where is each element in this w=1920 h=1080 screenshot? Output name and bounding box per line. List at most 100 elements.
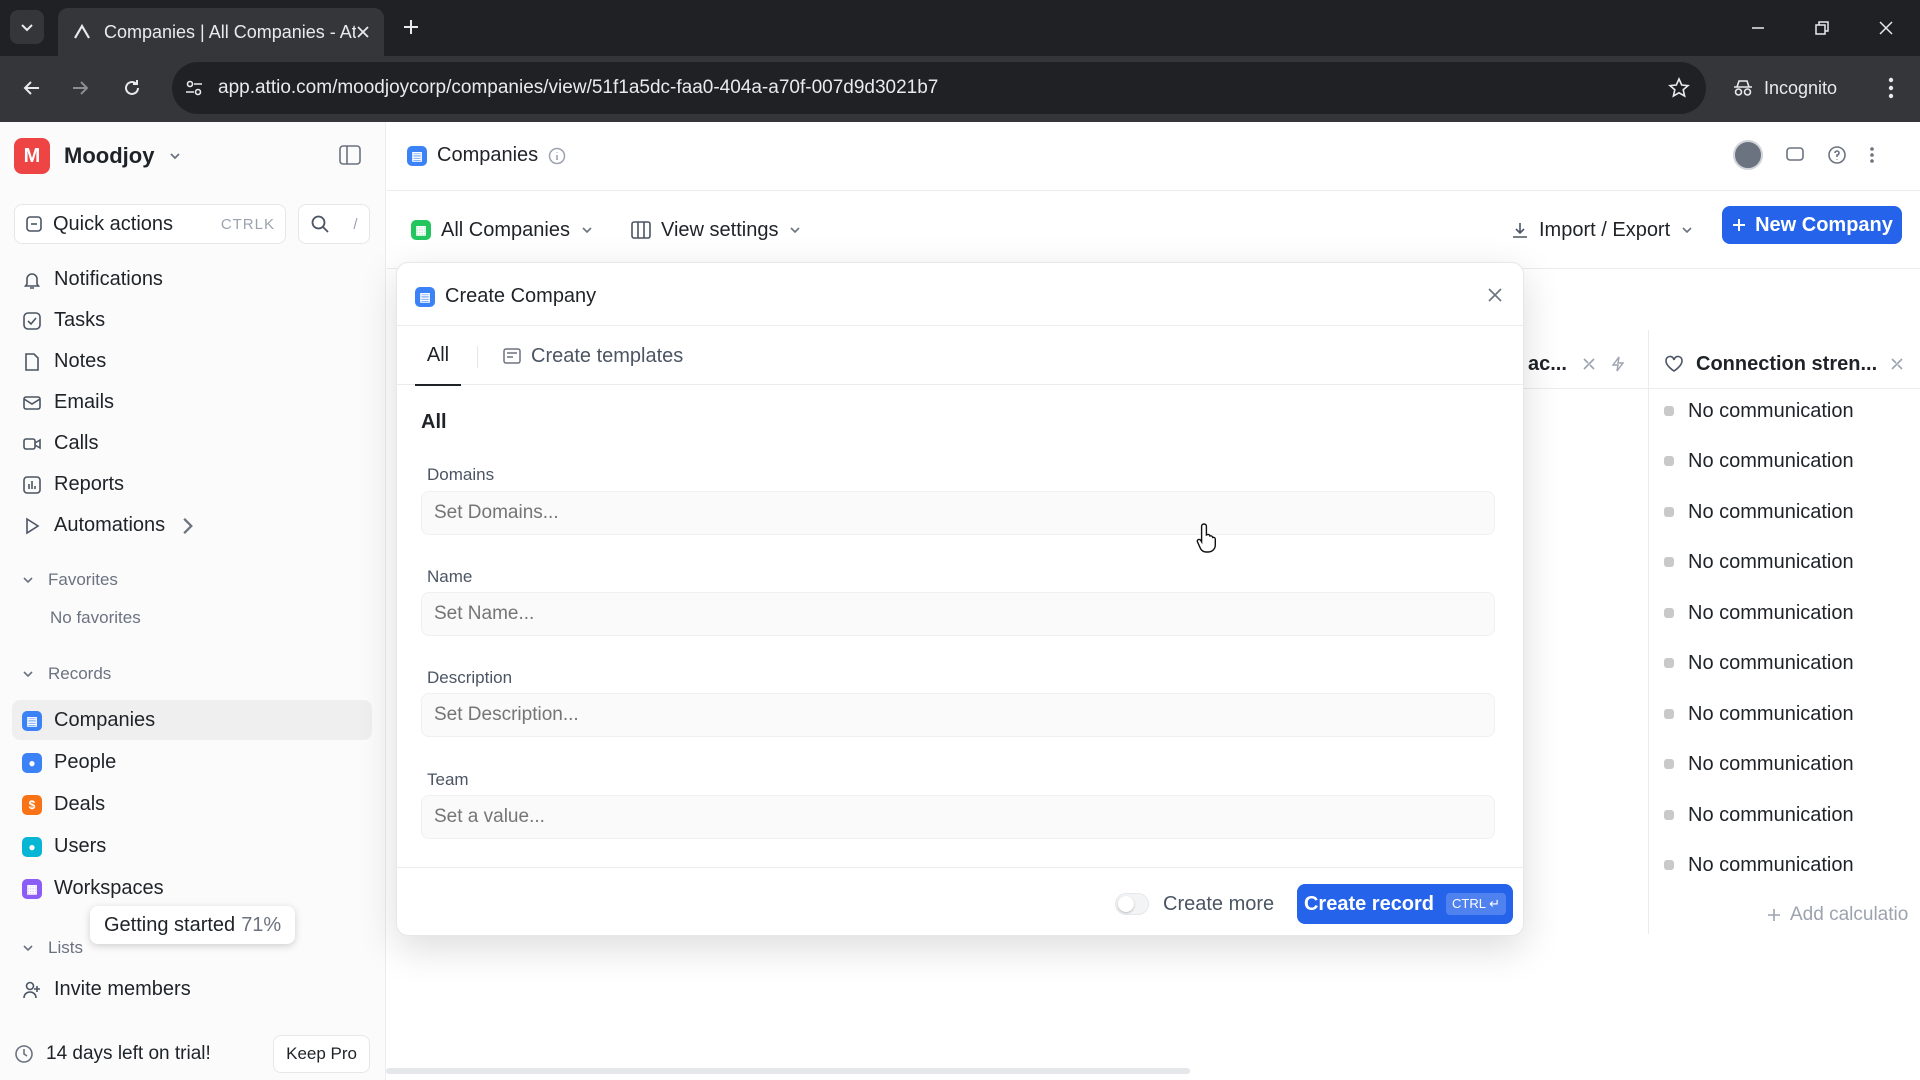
status-dot	[1664, 810, 1674, 820]
new-tab-button[interactable]	[396, 12, 426, 42]
user-avatar[interactable]	[1733, 140, 1763, 170]
nav-users[interactable]: ● Users	[22, 835, 106, 858]
table-row[interactable]: No communication	[1650, 739, 1920, 789]
arrow-right-icon	[70, 78, 90, 98]
header-right-icons	[1733, 140, 1875, 170]
sort-icon[interactable]	[1581, 356, 1597, 372]
connection-strength-value: No communication	[1688, 501, 1854, 524]
horizontal-scrollbar[interactable]	[386, 1068, 1190, 1074]
bookmark-star-icon[interactable]	[1668, 77, 1690, 99]
nav-tasks[interactable]: Tasks	[22, 309, 105, 332]
keep-pro-button[interactable]: Keep Pro	[273, 1035, 370, 1073]
records-section-toggle[interactable]: Records	[22, 664, 111, 684]
restore-button[interactable]	[1806, 12, 1838, 44]
tab-all[interactable]: All	[415, 326, 461, 386]
table-row[interactable]: No communication	[1650, 638, 1920, 688]
connection-strength-value: No communication	[1688, 804, 1854, 827]
table-row[interactable]: No communication	[1650, 487, 1920, 537]
nav-deals[interactable]: $ Deals	[22, 793, 105, 816]
quick-actions[interactable]: Quick actions CTRLK	[14, 204, 286, 244]
table-row[interactable]: No communication	[1650, 537, 1920, 587]
sort-icon[interactable]	[1889, 356, 1905, 372]
browser-tab-active[interactable]: Companies | All Companies - At	[58, 8, 384, 56]
info-icon[interactable]	[548, 147, 566, 165]
favorites-section-toggle[interactable]: Favorites	[22, 570, 118, 590]
chevron-down-icon	[22, 942, 34, 954]
toggle-knob	[1118, 896, 1134, 912]
browser-menu-button[interactable]	[1874, 70, 1908, 106]
column-header-connection[interactable]: Connection stren...	[1664, 340, 1920, 388]
new-company-button[interactable]: New Company	[1722, 206, 1902, 244]
description-input[interactable]	[421, 693, 1495, 737]
import-export-button[interactable]: Import / Export	[1511, 210, 1694, 250]
nav-notes[interactable]: Notes	[22, 350, 106, 373]
plus-icon	[1731, 217, 1747, 233]
forward-button[interactable]	[62, 70, 98, 106]
view-settings-label: View settings	[661, 219, 778, 242]
toggle-switch[interactable]	[1115, 893, 1149, 915]
close-window-button[interactable]	[1870, 12, 1902, 44]
companies-icon: ▤	[22, 711, 42, 731]
reload-button[interactable]	[114, 70, 150, 106]
companies-icon: ▤	[407, 146, 427, 166]
nav-companies[interactable]: ▤ Companies	[22, 709, 155, 732]
create-record-button[interactable]: Create record CTRL ↵	[1297, 884, 1513, 924]
connection-strength-value: No communication	[1688, 703, 1854, 726]
view-name: All Companies	[441, 219, 570, 242]
team-input[interactable]	[421, 795, 1495, 839]
lists-section-toggle[interactable]: Lists	[22, 938, 83, 958]
name-input[interactable]	[421, 592, 1495, 636]
tab-create-templates[interactable]: Create templates	[503, 326, 683, 386]
hand-pointer-icon	[1196, 522, 1220, 554]
create-record-shortcut: CTRL ↵	[1446, 893, 1506, 915]
lightning-icon[interactable]	[1611, 356, 1625, 372]
table-row[interactable]: No communication	[1650, 386, 1920, 436]
table-row[interactable]: No communication	[1650, 436, 1920, 486]
status-dot	[1664, 507, 1674, 517]
invite-members-button[interactable]: Invite members	[22, 978, 191, 1001]
chat-icon[interactable]	[1785, 145, 1805, 165]
tab-divider	[477, 346, 478, 368]
table-row[interactable]: No communication	[1650, 840, 1920, 890]
nav-automations[interactable]: Automations	[22, 514, 197, 537]
note-icon	[22, 352, 42, 372]
modal-close-button[interactable]	[1487, 287, 1503, 303]
address-bar[interactable]: app.attio.com/moodjoycorp/companies/view…	[172, 62, 1706, 114]
nav-people[interactable]: ● People	[22, 751, 116, 774]
view-settings-button[interactable]: View settings	[631, 210, 802, 250]
domains-input[interactable]	[421, 491, 1495, 535]
connection-heart-icon	[1664, 355, 1684, 373]
search-button[interactable]: /	[298, 204, 370, 244]
collapse-sidebar-button[interactable]	[338, 144, 362, 166]
table-row[interactable]: No communication	[1650, 790, 1920, 840]
trial-bar: 14 days left on trial! Keep Pro	[14, 1034, 370, 1074]
minimize-button[interactable]	[1742, 12, 1774, 44]
nav-calls[interactable]: Calls	[22, 432, 98, 455]
nav-reports[interactable]: Reports	[22, 473, 124, 496]
add-calculation[interactable]: Add calculatio	[1766, 904, 1908, 926]
view-selector[interactable]: ▦ All Companies	[411, 210, 594, 250]
create-more-toggle[interactable]: Create more	[1115, 884, 1274, 924]
site-info-icon[interactable]	[184, 78, 204, 98]
incognito-indicator[interactable]: Incognito	[1720, 66, 1849, 110]
more-vertical-icon[interactable]	[1869, 146, 1875, 164]
chart-icon	[22, 475, 42, 495]
close-tab-icon[interactable]	[356, 25, 370, 39]
search-icon	[310, 214, 330, 234]
people-icon: ●	[22, 753, 42, 773]
getting-started-tooltip[interactable]: Getting started 71%	[90, 906, 295, 944]
workspace-switcher[interactable]: M Moodjoy	[14, 138, 182, 174]
nav-emails[interactable]: Emails	[22, 391, 114, 414]
modal-footer: Create more Create record CTRL ↵	[397, 867, 1523, 935]
tab-templates-label: Create templates	[531, 345, 683, 368]
tab-search-button[interactable]	[10, 10, 44, 44]
tab-title: Companies | All Companies - At	[104, 22, 356, 43]
table-row[interactable]: No communication	[1650, 588, 1920, 638]
trial-text: 14 days left on trial!	[46, 1043, 261, 1065]
column-header-partial[interactable]: ac...	[1528, 340, 1648, 388]
back-button[interactable]	[14, 70, 50, 106]
nav-workspaces[interactable]: ▦ Workspaces	[22, 877, 164, 900]
help-icon[interactable]	[1827, 145, 1847, 165]
nav-notifications[interactable]: Notifications	[22, 268, 163, 291]
table-row[interactable]: No communication	[1650, 689, 1920, 739]
